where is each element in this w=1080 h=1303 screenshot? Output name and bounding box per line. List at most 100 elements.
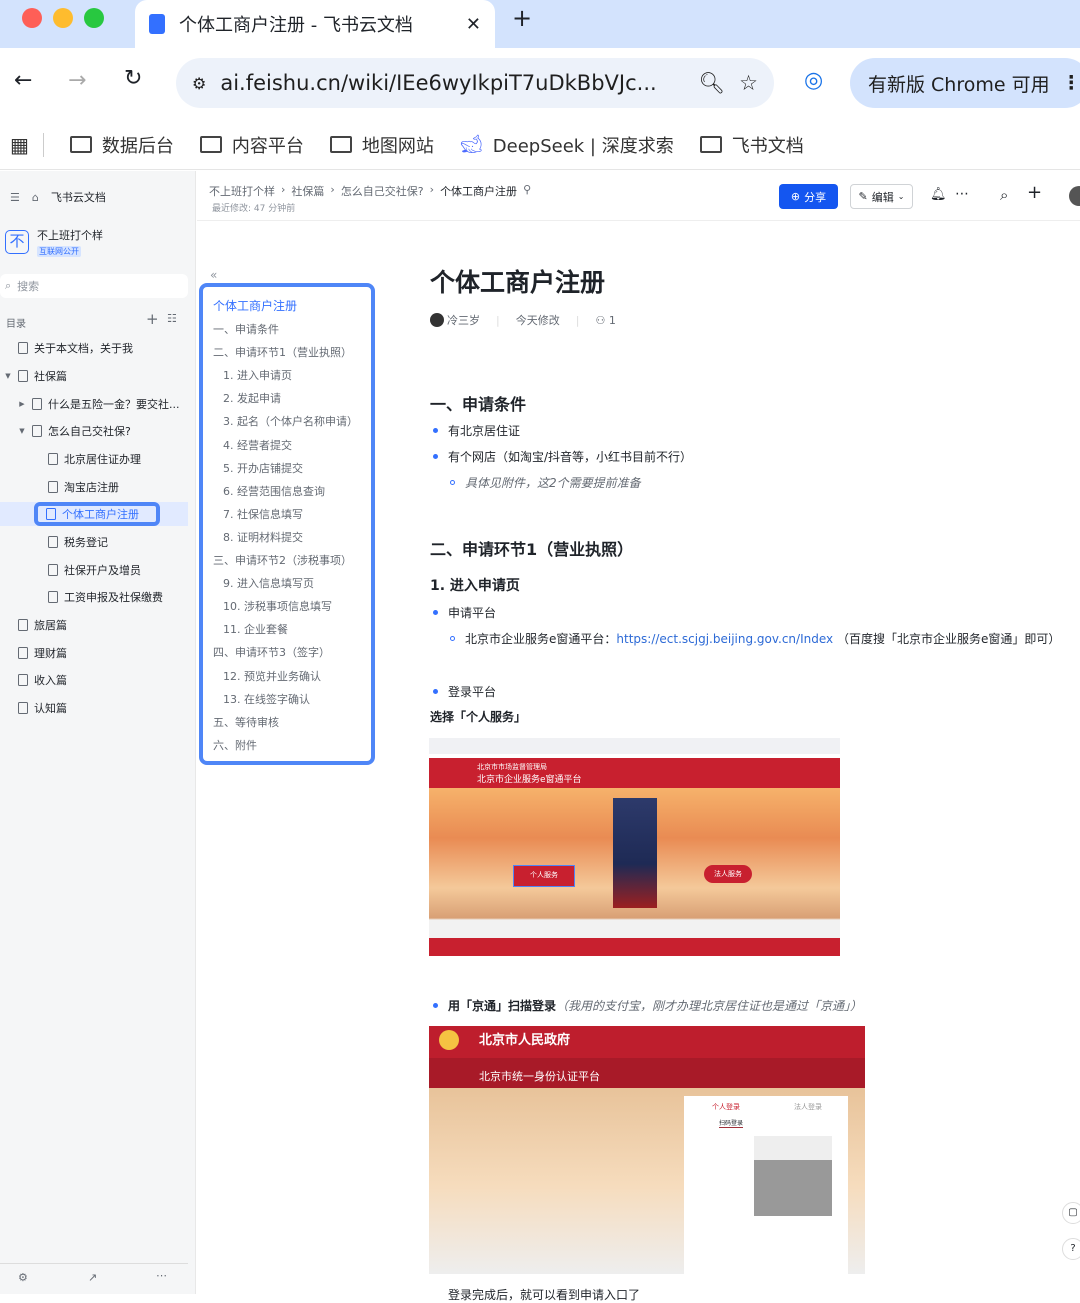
toc-item[interactable]: 5. 开办店铺提交 <box>213 457 361 480</box>
browser-tab[interactable]: 个体工商户注册 - 飞书云文档 ✕ <box>135 0 495 48</box>
help-float-button[interactable]: ? <box>1062 1238 1080 1260</box>
bookmark-0[interactable]: 数据后台 <box>69 132 174 158</box>
site-settings-icon[interactable]: ⚙ <box>192 74 206 93</box>
toc-item[interactable]: 二、申请环节1（营业执照） <box>213 341 361 364</box>
qr-code-blurred <box>754 1136 832 1216</box>
chrome-update-button[interactable]: 有新版 Chrome 可用 ⋮ <box>850 58 1080 108</box>
pin-icon[interactable]: ⚲ <box>523 183 531 199</box>
list-options-icon[interactable]: ☷ <box>167 312 177 325</box>
caret-right-icon[interactable]: ▶ <box>18 400 26 408</box>
address-bar[interactable]: ⚙ ai.feishu.cn/wiki/IEe6wyIkpiT7uDkBbVJc… <box>176 58 774 108</box>
toc-item[interactable]: 13. 在线签字确认 <box>213 688 361 711</box>
bookmark-2[interactable]: 地图网站 <box>329 132 434 158</box>
sidebar-item-active[interactable]: 个体工商户注册 <box>0 502 188 526</box>
screenshot-ect-platform[interactable]: 北京市市场监督管理局 北京市企业服务e窗通平台 个人服务 法人服务 <box>429 738 840 956</box>
bookmark-3[interactable]: 🐋︎ DeepSeek | 深度求索 <box>460 132 674 158</box>
platform-link[interactable]: https://ect.scjgj.beijing.gov.cn/Index <box>616 632 833 646</box>
reload-icon[interactable]: ↻ <box>124 66 142 91</box>
sidebar-item[interactable]: 理财篇 <box>0 641 188 665</box>
toc-item[interactable]: 四、申请环节3（签字） <box>213 641 361 664</box>
sidebar-footer-divider <box>0 1263 188 1264</box>
doc-meta: 冷三岁 | 今天修改 | ⚇ 1 <box>430 312 616 328</box>
doc-icon <box>18 619 28 631</box>
close-tab-icon[interactable]: ✕ <box>466 14 481 35</box>
doc-icon <box>18 702 28 714</box>
comment-float-button[interactable]: ▢ <box>1062 1202 1080 1224</box>
settings-icon[interactable]: ⚙ <box>18 1271 28 1284</box>
zoom-icon[interactable]: 🔍︎ <box>699 71 726 96</box>
sidebar-item[interactable]: 社保开户及增员 <box>0 558 188 582</box>
breadcrumb-item[interactable]: 社保篇 <box>291 183 324 199</box>
search-icon[interactable]: ⌕ <box>1000 186 1008 204</box>
close-window-button[interactable] <box>22 8 42 28</box>
back-icon[interactable]: ← <box>14 68 32 93</box>
toc-item[interactable]: 8. 证明材料提交 <box>213 526 361 549</box>
sidebar-item[interactable]: 淘宝店注册 <box>0 475 188 499</box>
author-name: 冷三岁 <box>447 314 480 327</box>
space-name[interactable]: 不上班打个样 <box>37 227 103 243</box>
apps-icon[interactable]: ▦ <box>10 132 44 157</box>
more-icon[interactable]: ⋯ <box>156 1269 167 1282</box>
create-icon[interactable]: + <box>1027 182 1042 203</box>
toc-item[interactable]: 一、申请条件 <box>213 318 361 341</box>
toc-item[interactable]: 9. 进入信息填写页 <box>213 572 361 595</box>
minimize-window-button[interactable] <box>53 8 73 28</box>
more-options-icon[interactable]: ⋯ <box>955 186 969 202</box>
sidebar-item[interactable]: ▼ 怎么自己交社保? <box>0 419 188 443</box>
share-out-icon[interactable]: ↗ <box>88 1271 97 1284</box>
collapse-sidebar-icon[interactable]: ☰ <box>10 191 20 204</box>
search-input[interactable]: ⌕ 搜索 <box>0 274 188 298</box>
sidebar-item[interactable]: 旅居篇 <box>0 613 188 637</box>
list-sub-item: 北京市企业服务e窗通平台：https://ect.scjgj.beijing.g… <box>450 630 1060 647</box>
sidebar-item[interactable]: 关于本文档，关于我 <box>0 336 188 360</box>
toc-item[interactable]: 10. 涉税事项信息填写 <box>213 595 361 618</box>
after-login-text: 登录完成后，就可以看到申请入口了 <box>448 1288 641 1302</box>
breadcrumb-item[interactable]: 怎么自己交社保? <box>341 183 424 199</box>
sidebar-item[interactable]: 税务登记 <box>0 530 188 554</box>
breadcrumb-item[interactable]: 不上班打个样 <box>209 183 275 199</box>
bookmark-1[interactable]: 内容平台 <box>199 132 304 158</box>
sidebar-item[interactable]: ▼ 社保篇 <box>0 364 188 388</box>
author-avatar <box>430 313 444 327</box>
bookmark-star-icon[interactable]: ☆ <box>739 71 758 95</box>
maximize-window-button[interactable] <box>84 8 104 28</box>
sidebar-item[interactable]: 工资申报及社保缴费 <box>0 585 188 609</box>
sidebar-item[interactable]: 收入篇 <box>0 668 188 692</box>
toc-item[interactable]: 4. 经营者提交 <box>213 434 361 457</box>
sidebar-item[interactable]: 北京居住证办理 <box>0 447 188 471</box>
forward-icon[interactable]: → <box>68 68 86 93</box>
toc-item[interactable]: 个体工商户注册 <box>213 295 361 318</box>
share-button[interactable]: ⊕ 分享 <box>779 184 838 209</box>
url-text[interactable]: ai.feishu.cn/wiki/IEe6wyIkpiT7uDkBbVJc..… <box>220 71 684 95</box>
toc-item[interactable]: 6. 经营范围信息查询 <box>213 480 361 503</box>
bookmark-4[interactable]: 飞书文档 <box>699 132 804 158</box>
toc-item[interactable]: 五、等待审核 <box>213 711 361 734</box>
toc-item[interactable]: 六、附件 <box>213 734 361 757</box>
toc-item[interactable]: 3. 起名（个体户名称申请） <box>213 410 361 433</box>
viewers[interactable]: ⚇ 1 <box>595 314 615 327</box>
sidebar-home[interactable]: ☰ ⌂ 飞书云文档 <box>10 189 106 205</box>
edit-mode-dropdown[interactable]: ✎ 编辑 ⌄ <box>850 184 913 209</box>
last-modified: 最近修改: 47 分钟前 <box>212 204 296 214</box>
profile-icon[interactable]: ◎ <box>804 68 823 93</box>
toc-item[interactable]: 7. 社保信息填写 <box>213 503 361 526</box>
sidebar-item[interactable]: ▶ 什么是五险一金？要交社... <box>0 392 188 416</box>
author[interactable]: 冷三岁 <box>430 312 480 328</box>
toc-item[interactable]: 2. 发起申请 <box>213 387 361 410</box>
caret-down-icon[interactable]: ▼ <box>4 372 12 380</box>
toc-item[interactable]: 三、申请环节2（涉税事项） <box>213 549 361 572</box>
collapse-toc-icon[interactable]: « <box>210 268 217 282</box>
notification-bell-icon[interactable]: 🔔︎ <box>930 187 947 202</box>
toc-item[interactable]: 11. 企业套餐 <box>213 618 361 641</box>
screenshot-beijing-auth-platform[interactable]: 北京市人民政府 北京市统一身份认证平台 个人登录 法人登录 扫码登录 <box>429 1026 865 1274</box>
pencil-icon: ✎ <box>858 190 868 203</box>
new-tab-button[interactable]: + <box>512 4 532 32</box>
add-page-icon[interactable]: + <box>146 310 159 328</box>
toc-item[interactable]: 12. 预览并业务确认 <box>213 665 361 688</box>
menu-icon[interactable]: ⋮ <box>1062 72 1080 94</box>
caret-down-icon[interactable]: ▼ <box>18 427 26 435</box>
list-item: 用「京通」扫描登录（我用的支付宝，刚才办理北京居住证也是通过「京通」） <box>430 997 862 1014</box>
toc-item[interactable]: 1. 进入申请页 <box>213 364 361 387</box>
sidebar-item-label: 旅居篇 <box>34 619 67 632</box>
sidebar-item[interactable]: 认知篇 <box>0 696 188 720</box>
